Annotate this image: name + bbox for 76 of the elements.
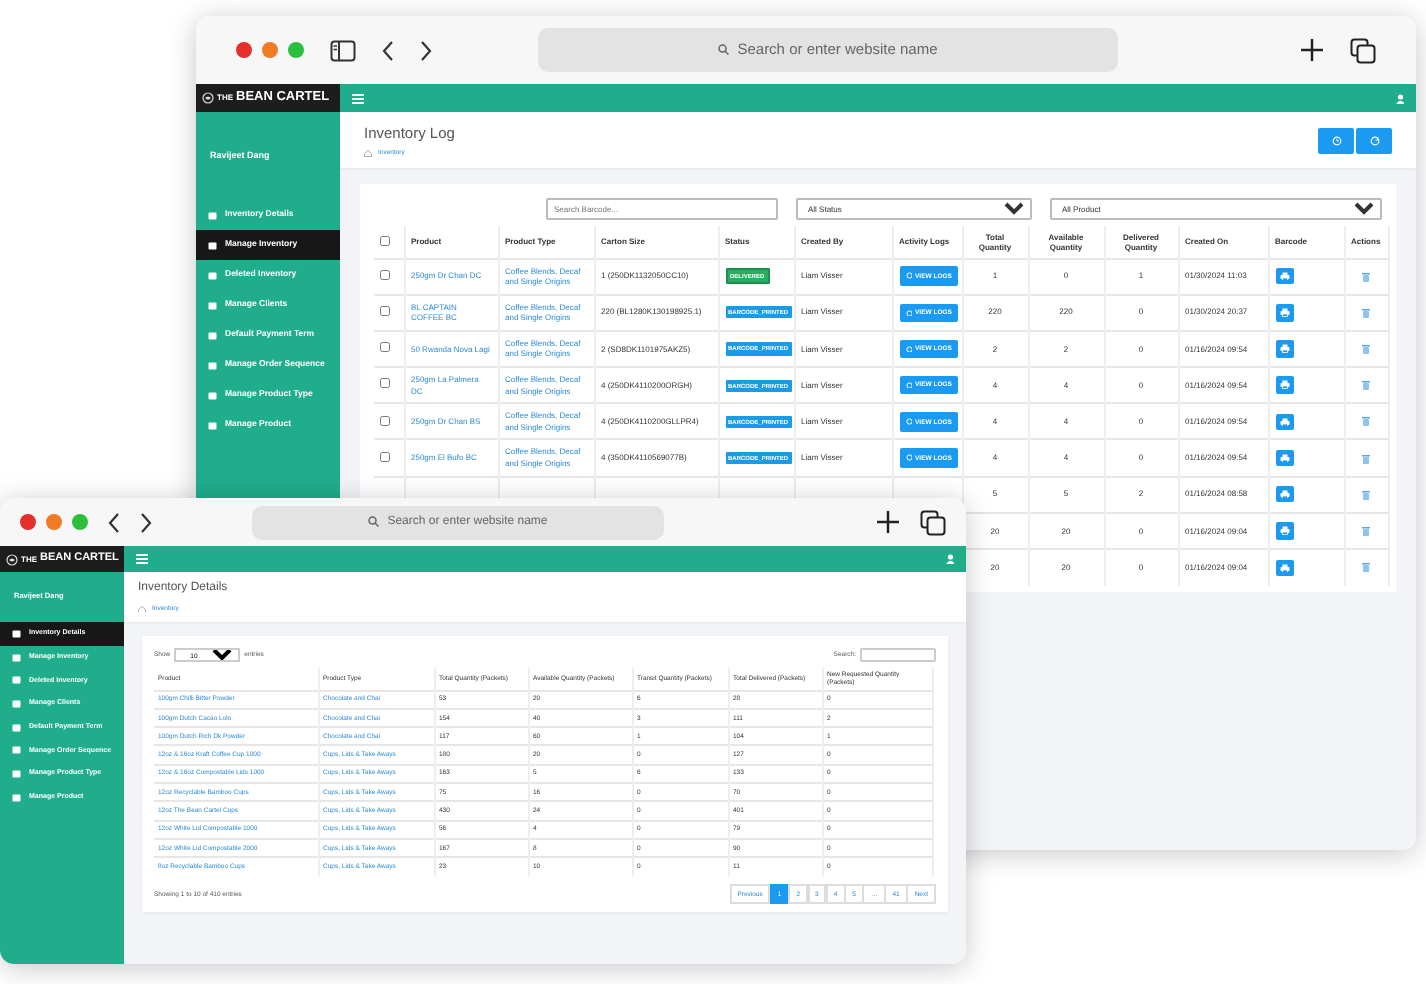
row-checkbox[interactable]: [380, 415, 390, 426]
square-icon: [12, 699, 21, 708]
history-button[interactable]: [1318, 127, 1354, 153]
printer-icon: [1279, 271, 1289, 281]
zoom-button[interactable]: [288, 42, 304, 58]
printer-icon: [1279, 526, 1289, 536]
trash-icon[interactable]: [1362, 307, 1370, 318]
row-checkbox[interactable]: [380, 451, 390, 462]
square-icon: [12, 793, 21, 802]
forward-icon[interactable]: [140, 511, 152, 533]
trash-icon[interactable]: [1362, 562, 1370, 573]
logo-icon: [202, 92, 214, 104]
trash-icon[interactable]: [1362, 489, 1370, 500]
print-barcode-button[interactable]: [1275, 485, 1293, 503]
refresh-button[interactable]: [1356, 127, 1392, 153]
trash-icon[interactable]: [1362, 344, 1370, 355]
tabs-icon[interactable]: [1350, 37, 1376, 63]
select-all-checkbox[interactable]: [380, 235, 390, 246]
row-checkbox[interactable]: [380, 305, 390, 316]
row-checkbox[interactable]: [380, 269, 390, 280]
square-icon: [12, 653, 21, 662]
trash-icon[interactable]: [1362, 453, 1370, 464]
printer-icon: [1279, 380, 1289, 390]
logo-icon: [6, 553, 18, 565]
printer-icon: [1279, 417, 1289, 427]
printer-icon: [1279, 563, 1289, 573]
print-barcode-button[interactable]: [1275, 376, 1293, 394]
printer-icon: [1279, 453, 1289, 463]
print-barcode-button[interactable]: [1275, 340, 1293, 358]
close-button[interactable]: [236, 42, 252, 58]
square-icon: [208, 301, 217, 309]
print-barcode-button[interactable]: [1275, 559, 1293, 577]
print-barcode-button[interactable]: [1275, 267, 1293, 285]
square-icon: [208, 271, 217, 279]
search-icon: [718, 44, 730, 56]
user-icon[interactable]: [1395, 93, 1404, 103]
square-icon: [208, 361, 217, 369]
zoom-button[interactable]: [72, 514, 88, 530]
square-icon: [12, 723, 21, 732]
print-barcode-button[interactable]: [1275, 304, 1293, 322]
trash-icon[interactable]: [1362, 416, 1370, 427]
printer-icon: [1279, 489, 1289, 499]
square-icon: [208, 331, 217, 339]
row-checkbox[interactable]: [380, 378, 390, 389]
printer-icon: [1279, 308, 1289, 318]
row-checkbox[interactable]: [380, 342, 390, 353]
search-field[interactable]: [860, 648, 936, 662]
minimize-button[interactable]: [46, 514, 62, 530]
back-icon[interactable]: [382, 39, 394, 61]
menu-icon[interactable]: [352, 93, 364, 103]
minimize-button[interactable]: [262, 42, 278, 58]
plus-icon[interactable]: [876, 510, 900, 534]
trash-icon[interactable]: [1362, 271, 1370, 282]
square-icon: [208, 211, 217, 219]
printer-icon: [1279, 344, 1289, 354]
user-icon[interactable]: [945, 554, 954, 564]
square-icon: [12, 746, 21, 755]
print-barcode-button[interactable]: [1275, 522, 1293, 540]
square-icon: [12, 629, 21, 638]
search-icon: [368, 516, 380, 528]
square-icon: [12, 769, 21, 778]
square-icon: [208, 241, 217, 249]
close-button[interactable]: [20, 514, 36, 530]
square-icon: [12, 676, 21, 685]
trash-icon[interactable]: [1362, 380, 1370, 391]
tabs-icon[interactable]: [920, 509, 946, 535]
back-icon[interactable]: [108, 511, 120, 533]
menu-icon[interactable]: [136, 554, 148, 564]
square-icon: [208, 421, 217, 429]
print-barcode-button[interactable]: [1275, 449, 1293, 467]
sidebar-icon[interactable]: [330, 39, 356, 61]
plus-icon[interactable]: [1300, 38, 1324, 62]
square-icon: [208, 391, 217, 399]
print-barcode-button[interactable]: [1275, 413, 1293, 431]
trash-icon[interactable]: [1362, 526, 1370, 537]
forward-icon[interactable]: [420, 39, 432, 61]
